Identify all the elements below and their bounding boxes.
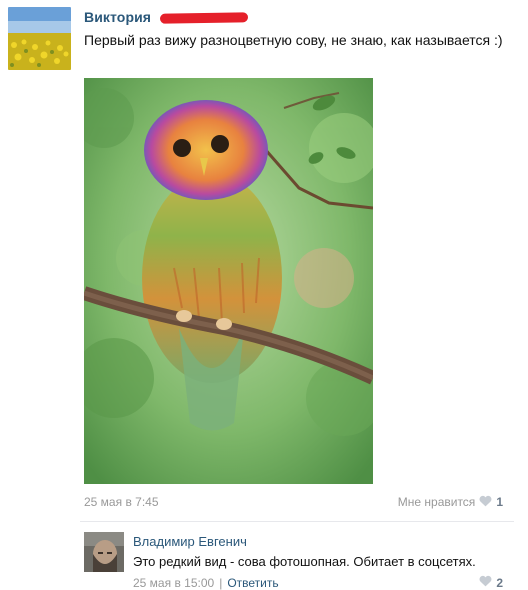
heart-icon (479, 495, 492, 510)
comment-meta: 25 мая в 15:00 | Ответить (133, 576, 279, 590)
post-photo[interactable] (84, 78, 373, 484)
comment-date[interactable]: 25 мая в 15:00 (133, 576, 214, 590)
post-date[interactable]: 25 мая в 7:45 (84, 495, 159, 509)
author-avatar[interactable] (8, 7, 71, 70)
comment-like-count: 2 (496, 575, 503, 590)
comment-like-button[interactable]: 2 (479, 575, 503, 590)
comments-divider (80, 521, 514, 522)
comment-author-avatar[interactable] (84, 532, 124, 572)
comment-text: Это редкий вид - сова фотошопная. Обитае… (133, 554, 476, 569)
like-count: 1 (496, 495, 503, 509)
author-name[interactable]: Виктория (84, 9, 151, 25)
like-button[interactable]: Мне нравится 1 (398, 494, 503, 510)
author-line: Виктория (84, 9, 249, 27)
like-label: Мне нравится (397, 495, 476, 509)
post-text: Первый раз вижу разноцветную сову, не зн… (84, 32, 503, 48)
meta-separator: | (219, 576, 223, 590)
reply-link[interactable]: Ответить (227, 576, 278, 590)
redaction-mark (159, 12, 249, 24)
comment-author[interactable]: Владимир Евгенич (133, 534, 247, 549)
wall-post: Виктория Первый раз вижу разноцветную со… (0, 0, 528, 590)
heart-icon (479, 575, 492, 590)
